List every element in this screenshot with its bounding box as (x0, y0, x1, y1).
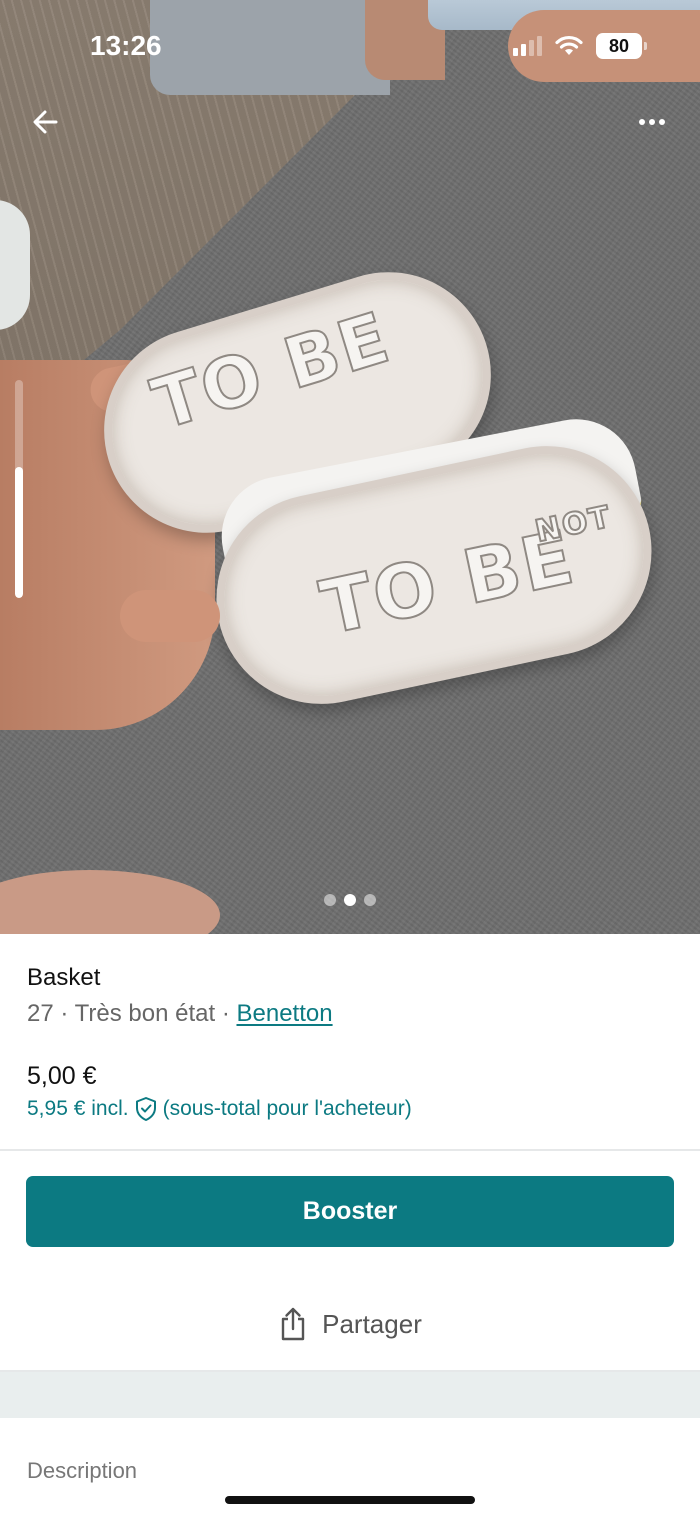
gallery-scroll-fill (15, 467, 23, 598)
item-meta: 27 · Très bon état · Benetton (27, 1000, 333, 1028)
more-options-button[interactable] (632, 104, 672, 140)
photo-white-object (0, 200, 30, 330)
photo-cushion (150, 0, 390, 95)
divider (0, 1149, 700, 1151)
home-indicator[interactable] (225, 1496, 475, 1504)
description-heading: Description (27, 1458, 138, 1483)
item-photo[interactable]: TO BE TO BE NOT 13:26 80 (0, 0, 700, 934)
arrow-left-icon (33, 110, 58, 134)
wifi-icon (555, 35, 583, 55)
meta-separator: · (221, 1000, 230, 1027)
meta-separator: · (60, 1000, 69, 1027)
status-time: 13:26 (90, 30, 162, 61)
back-button[interactable] (28, 104, 64, 140)
gallery-dot[interactable] (324, 894, 336, 906)
battery-level: 80 (608, 35, 630, 56)
shield-check-icon (135, 1097, 156, 1121)
brand-link[interactable]: Benetton (236, 1000, 332, 1027)
status-icons: 80 (513, 33, 647, 59)
price-incl-buyer-protection[interactable]: 5,95 € incl. (sous-total pour l'acheteur… (27, 1096, 412, 1122)
gallery-dot[interactable] (364, 894, 376, 906)
price-incl-note: (sous-total pour l'acheteur) (162, 1097, 412, 1120)
more-horizontal-icon (639, 119, 665, 125)
item-price: 5,00 € (27, 1062, 97, 1090)
share-icon (281, 1307, 305, 1341)
price-incl-amount: 5,95 € incl. (27, 1097, 129, 1120)
gallery-pagination (0, 894, 700, 906)
section-spacer (0, 1372, 700, 1418)
signal-icon (513, 36, 542, 56)
item-title: Basket (27, 964, 101, 991)
share-button[interactable]: Partager (0, 1294, 700, 1354)
photo-thumb (120, 590, 220, 642)
gallery-scroll-indicator (15, 380, 23, 598)
booster-button[interactable]: Booster (26, 1176, 674, 1247)
item-size: 27 (27, 1000, 54, 1027)
battery-icon: 80 (596, 33, 647, 59)
gallery-dot[interactable] (344, 894, 356, 906)
share-label: Partager (322, 1308, 422, 1339)
item-condition: Très bon état (74, 1000, 216, 1027)
